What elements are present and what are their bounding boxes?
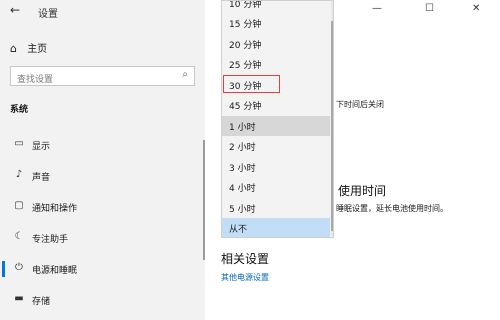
screen-timeout-fragment: 下时间后关闭 [336, 100, 384, 109]
related-settings-heading: 相关设置 [221, 252, 270, 266]
search-input[interactable] [11, 71, 177, 89]
home-link[interactable]: ⌂ 主页 [10, 40, 47, 55]
sidebar-item-label: 通知和操作 [32, 204, 78, 214]
search-box[interactable]: ⌕ [10, 66, 195, 89]
home-icon: ⌂ [10, 42, 17, 55]
sidebar-item-sound[interactable]: ♪ 声音 [0, 164, 200, 188]
sidebar-item-label: 显示 [32, 142, 51, 152]
sidebar-item-label: 电源和睡眠 [32, 266, 78, 276]
maximize-icon[interactable]: ☐ [425, 3, 434, 14]
sidebar-item-power-sleep[interactable]: ⏻ 电源和睡眠 [0, 257, 200, 281]
dropdown-option[interactable]: 4 小时 [222, 177, 330, 197]
other-power-settings-link[interactable]: 其他电源设置 [221, 272, 269, 283]
search-icon[interactable]: ⌕ [182, 69, 188, 80]
notification-icon: ▢ [14, 200, 24, 211]
timeout-dropdown[interactable]: 10 分钟 15 分钟 20 分钟 25 分钟 30 分钟 45 分钟 1 小时… [221, 0, 334, 238]
dropdown-option[interactable]: 20 分钟 [222, 34, 330, 54]
sidebar-scrollbar[interactable] [203, 140, 205, 260]
minimize-icon[interactable]: — [372, 3, 382, 14]
speaker-icon: ♪ [15, 169, 23, 180]
back-arrow-icon[interactable]: ← [10, 3, 20, 17]
sidebar-item-label: 专注助手 [32, 235, 69, 245]
sleep-heading-fragment: 使用时间 [338, 184, 387, 198]
dropdown-option[interactable]: 2 小时 [222, 136, 330, 156]
sidebar-item-notifications[interactable]: ▢ 通知和操作 [0, 195, 200, 219]
sleep-description-fragment: 睡眠设置，延长电池使用时间。 [336, 204, 448, 213]
dropdown-option[interactable]: 15 分钟 [222, 13, 330, 33]
highlight-box [223, 75, 280, 93]
close-icon[interactable]: ✕ [472, 3, 480, 14]
power-icon: ⏻ [15, 262, 23, 273]
dropdown-option-selected[interactable]: 从不 [222, 218, 330, 237]
home-label: 主页 [27, 44, 48, 55]
dropdown-option-hovered[interactable]: 1 小时 [222, 116, 330, 136]
sidebar-item-label: 声音 [32, 173, 51, 183]
section-label: 系统 [10, 105, 29, 115]
sidebar-item-display[interactable]: ▭ 显示 [0, 133, 200, 157]
sidebar-item-storage[interactable]: ▬ 存储 [0, 288, 200, 312]
window-controls: — ☐ ✕ [350, 3, 500, 19]
settings-sidebar: ← 设置 ⌂ 主页 ⌕ 系统 ▭ 显示 ♪ 声音 ▢ 通知和操作 ☾ 专注助手 … [0, 0, 205, 320]
sidebar-item-label: 存储 [32, 297, 51, 307]
monitor-icon: ▭ [14, 138, 24, 149]
dropdown-option[interactable]: 45 分钟 [222, 95, 330, 115]
title-bar: ← 设置 [0, 0, 205, 22]
dropdown-option[interactable]: 10 分钟 [222, 1, 330, 13]
dropdown-option[interactable]: 5 小时 [222, 198, 330, 218]
moon-icon: ☾ [14, 231, 24, 242]
dropdown-scrollbar-thumb[interactable] [331, 21, 333, 231]
dropdown-option[interactable]: 3 小时 [222, 157, 330, 177]
storage-icon: ▬ [14, 293, 24, 304]
sidebar-item-focus-assist[interactable]: ☾ 专注助手 [0, 226, 200, 250]
active-indicator [2, 261, 5, 277]
dropdown-option[interactable]: 25 分钟 [222, 54, 330, 74]
window-title: 设置 [38, 9, 58, 20]
